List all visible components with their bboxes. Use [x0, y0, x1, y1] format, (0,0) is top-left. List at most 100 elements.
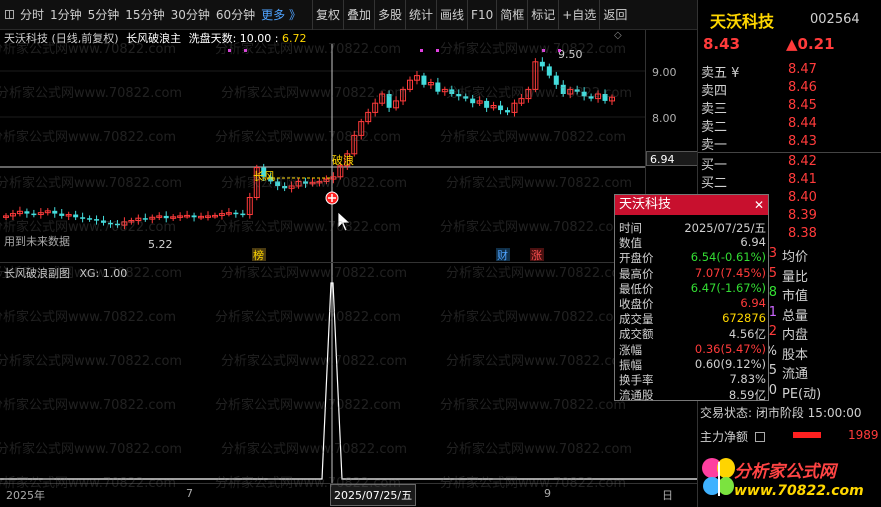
- ask-label: 卖一: [701, 138, 728, 153]
- overlay-button[interactable]: 叠加: [342, 0, 374, 30]
- popup-value: 6.94: [740, 296, 766, 310]
- popup-value: 0.36(5.47%): [694, 341, 766, 356]
- candle: [400, 86, 407, 106]
- add-watchlist-button[interactable]: +自选: [558, 0, 599, 30]
- wind-annotation: 长风: [253, 170, 275, 183]
- candlestick-chart[interactable]: 天沃科技 (日线,前复权) 长风破浪主 洗盘天数: 10.00 : 6.72 ◇…: [0, 30, 697, 262]
- brand-logo: 分析家公式网 www.70822.com: [698, 450, 881, 507]
- popup-row: 流通股 8.59亿: [615, 387, 768, 402]
- tab-60min[interactable]: 60分钟: [213, 0, 258, 30]
- flow-value: 1989: [848, 428, 879, 442]
- future-data-note: 用到未来数据: [4, 234, 70, 248]
- limit-up-tag[interactable]: 涨: [530, 248, 544, 262]
- mark-button[interactable]: 标记: [527, 0, 558, 30]
- rank-tag[interactable]: 榜: [252, 248, 266, 262]
- date-cursor-label: 2025/07/25/五: [330, 484, 417, 506]
- ask-row[interactable]: 卖二 8.44: [698, 116, 881, 135]
- high-price-label: 9.50: [558, 48, 583, 61]
- candle: [198, 212, 205, 221]
- bid-price: 8.40: [788, 190, 817, 205]
- popup-key: 换手率: [619, 373, 654, 387]
- break-annotation: 破浪: [332, 153, 354, 167]
- candle: [184, 210, 191, 219]
- book-divider: [698, 152, 881, 153]
- popup-value: 672876: [722, 311, 766, 326]
- ask-row[interactable]: 卖一 8.43: [698, 134, 881, 153]
- ask-row[interactable]: 卖四 8.46: [698, 80, 881, 99]
- candle: [156, 212, 163, 221]
- finance-tag[interactable]: 财: [496, 248, 510, 262]
- ask-price: 8.46: [788, 80, 817, 95]
- candle: [413, 71, 420, 85]
- candle: [128, 217, 135, 225]
- candle: [316, 178, 323, 187]
- tab-15min[interactable]: 15分钟: [122, 0, 167, 30]
- multi-stock-button[interactable]: 多股: [374, 0, 405, 30]
- tab-5min[interactable]: 5分钟: [85, 0, 123, 30]
- candle: [121, 217, 128, 230]
- bid-label: 买二: [701, 176, 728, 191]
- bid-price: 8.41: [788, 172, 817, 187]
- tab-30min[interactable]: 30分钟: [168, 0, 213, 30]
- popup-value: 6.47(-1.67%): [690, 280, 766, 295]
- candle: [240, 209, 246, 218]
- draw-line-button[interactable]: 画线: [436, 0, 467, 30]
- candle: [427, 78, 434, 89]
- layout-icon[interactable]: [5, 10, 14, 19]
- ask-row[interactable]: 卖五 ¥ 8.47: [698, 62, 881, 81]
- popup-key: 成交额: [619, 327, 654, 342]
- candle: [323, 175, 330, 185]
- svg-text:财: 财: [497, 248, 508, 262]
- ask-label: 卖四: [701, 84, 728, 99]
- popup-title: 天沃科技: [619, 197, 672, 212]
- tab-1min[interactable]: 1分钟: [47, 0, 85, 30]
- ask-row[interactable]: 卖三 8.45: [698, 98, 881, 117]
- candle: [225, 208, 232, 217]
- candle: [3, 213, 9, 221]
- calculator-icon[interactable]: [754, 432, 765, 442]
- adjust-button[interactable]: 复权: [311, 0, 343, 30]
- candle: [484, 98, 490, 112]
- candle: [101, 215, 107, 226]
- candle: [372, 98, 379, 117]
- candle: [441, 86, 448, 96]
- candle: [553, 71, 559, 89]
- candle: [588, 93, 594, 102]
- tab-intraday[interactable]: 分时: [17, 0, 47, 30]
- simple-frame-button[interactable]: 简框: [496, 0, 527, 30]
- f10-button[interactable]: F10: [467, 0, 496, 30]
- stat-key: 内盘: [782, 328, 809, 343]
- popup-value: 6.54(-0.61%): [690, 250, 766, 265]
- candle: [525, 86, 532, 103]
- bid-row[interactable]: 买一 8.42: [698, 154, 881, 173]
- period-toolbar: 分时 1分钟 5分钟 15分钟 30分钟 60分钟 更多 》 复权 叠加 多股 …: [0, 0, 697, 30]
- candle: [44, 208, 51, 216]
- candle: [476, 96, 483, 106]
- stats-button[interactable]: 统计: [405, 0, 436, 30]
- flow-label-text: 主力净额: [700, 430, 749, 444]
- stat-key: 流通: [782, 367, 809, 382]
- stat-key: 量比: [782, 269, 809, 285]
- date-tick-year: 2025年: [6, 489, 45, 502]
- candle: [602, 89, 608, 104]
- more-button[interactable]: 更多 》: [258, 0, 304, 30]
- candle: [288, 181, 295, 193]
- ask-label: 卖二: [701, 120, 728, 135]
- close-icon[interactable]: ✕: [754, 195, 764, 215]
- candle: [435, 77, 441, 95]
- candle: [351, 130, 358, 157]
- popup-key: 时间: [619, 221, 642, 235]
- ask-label: 卖五 ¥: [701, 66, 740, 81]
- ask-price: 8.47: [788, 62, 817, 77]
- bid-label: 买一: [701, 158, 728, 173]
- back-button[interactable]: 返回: [599, 0, 630, 30]
- candle: [532, 58, 539, 93]
- butterfly-logo-icon: [702, 458, 735, 496]
- candle: [609, 94, 615, 106]
- candle: [546, 63, 552, 79]
- price-change: ▲0.21: [786, 35, 835, 53]
- sub-chart[interactable]: 长风破浪副图 XG: 1.00: [0, 262, 697, 483]
- popup-value: 2025/07/25/五: [684, 221, 766, 235]
- bid-row[interactable]: 买二 8.41: [698, 172, 881, 191]
- bid-price: 8.38: [788, 226, 817, 241]
